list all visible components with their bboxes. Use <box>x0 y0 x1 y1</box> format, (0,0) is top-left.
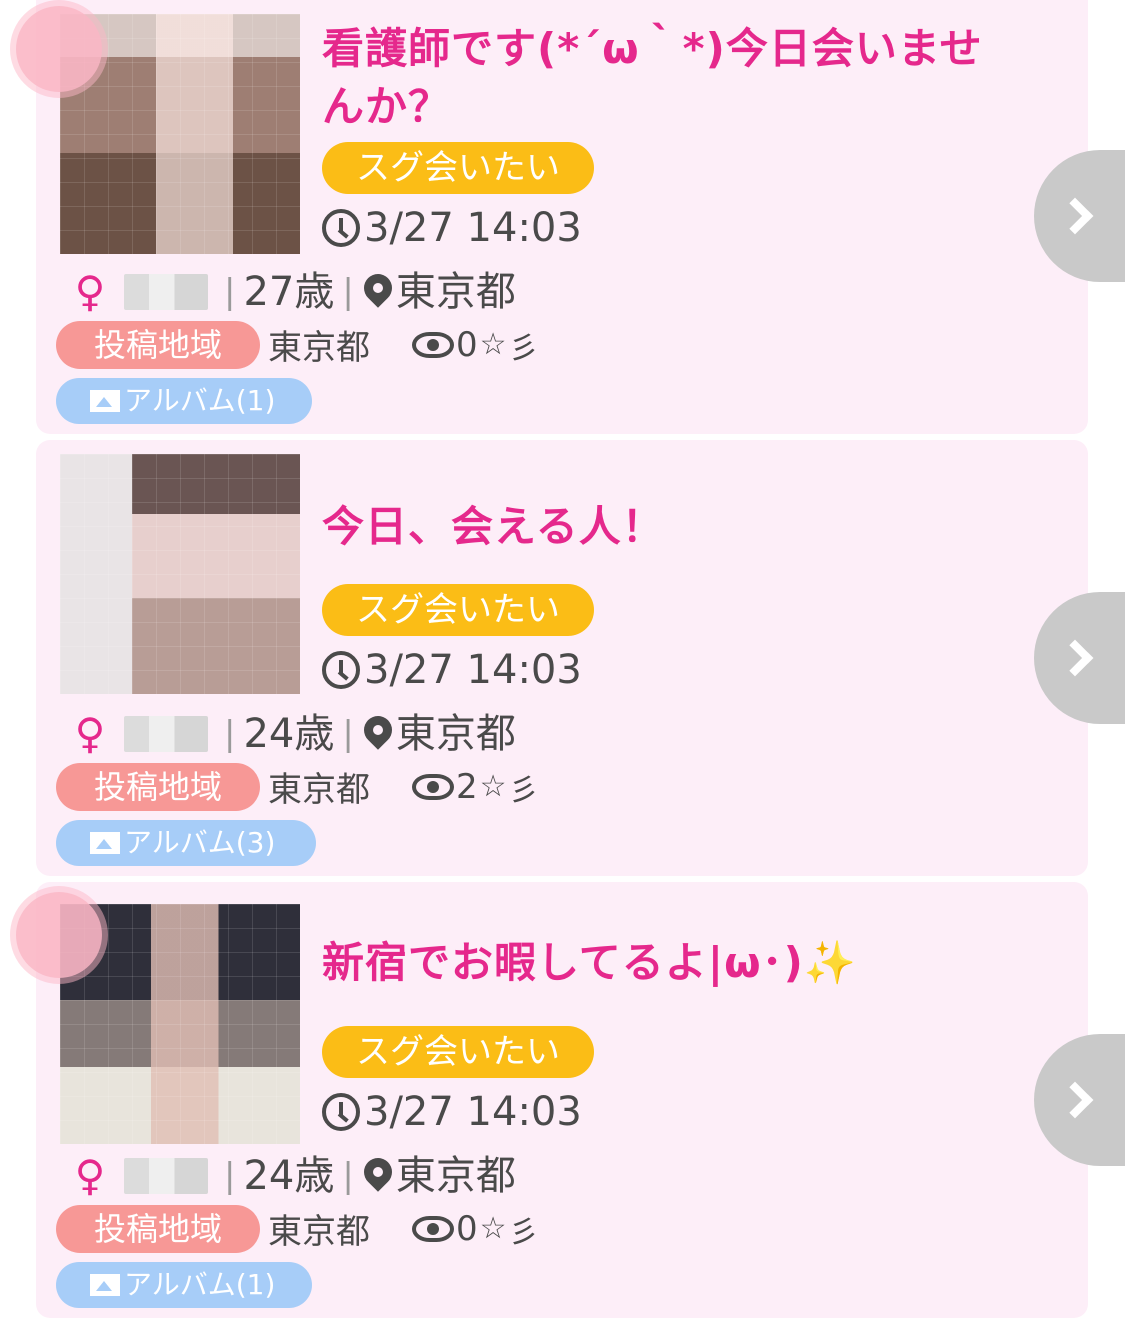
location-pin-icon <box>358 268 398 308</box>
next-button[interactable] <box>1034 150 1125 282</box>
divider: | <box>342 1156 354 1196</box>
album-button[interactable]: アルバム(3) <box>56 820 316 866</box>
female-icon: ♀ <box>74 1151 106 1200</box>
star-icon: ☆ <box>479 1211 507 1246</box>
age-text: 24歳 <box>243 1153 335 1199</box>
eye-icon <box>412 773 454 800</box>
album-button[interactable]: アルバム(1) <box>56 1262 312 1308</box>
area-text: 東京都 <box>268 770 370 810</box>
clock-icon <box>322 651 360 689</box>
chevron-right-icon <box>1056 639 1094 677</box>
meta-row: 投稿地域 東京都 2 ☆ 彡 <box>56 762 539 811</box>
view-count: 0 <box>456 1208 478 1249</box>
divider: | <box>224 714 236 754</box>
post-time: 3/27 14:03 <box>322 646 582 694</box>
post-list: 看護師です(*´ω｀*)今日会いませんか？ スグ会いたい 3/27 14:03 … <box>0 0 1125 1324</box>
post-time: 3/27 14:03 <box>322 1088 582 1136</box>
next-button[interactable] <box>1034 1034 1125 1166</box>
view-count: 2 <box>456 766 478 807</box>
divider: | <box>224 1156 236 1196</box>
profile-info: ♀ | 24歳 | 東京都 <box>64 1152 516 1200</box>
star-icon: ☆ <box>479 769 507 804</box>
album-label: アルバム(1) <box>124 384 276 417</box>
meta-row: 投稿地域 東京都 0 ☆ 彡 <box>56 1204 539 1253</box>
view-count: 0 <box>456 324 478 365</box>
tag-badge: スグ会いたい <box>322 1026 594 1078</box>
album-label: アルバム(1) <box>124 1268 276 1301</box>
new-badge-icon <box>16 6 102 92</box>
post-card[interactable]: 新宿でお暇してるよ|ω･)✨ スグ会いたい 3/27 14:03 ♀ | 24歳… <box>16 882 1125 1318</box>
female-icon: ♀ <box>74 267 106 316</box>
profile-photo[interactable] <box>60 454 300 694</box>
post-title[interactable]: 今日、会える人！ <box>322 498 1018 556</box>
post-time: 3/27 14:03 <box>322 204 582 252</box>
divider: | <box>342 272 354 312</box>
area-text: 東京都 <box>268 1212 370 1252</box>
chevron-right-icon <box>1056 1081 1094 1119</box>
age-text: 24歳 <box>243 711 335 757</box>
name-blurred <box>124 1158 208 1194</box>
image-icon <box>90 832 120 854</box>
area-text: 東京都 <box>268 328 370 368</box>
clock-icon <box>322 1093 360 1131</box>
divider: | <box>342 714 354 754</box>
tag-badge: スグ会いたい <box>322 142 594 194</box>
clock-icon <box>322 209 360 247</box>
new-badge-icon <box>16 892 102 978</box>
location-pin-icon <box>358 710 398 750</box>
star-icon: ☆ <box>479 327 507 362</box>
eye-icon <box>412 331 454 358</box>
eye-icon <box>412 1215 454 1242</box>
time-text: 3/27 14:03 <box>364 1089 582 1135</box>
tag-badge: スグ会いたい <box>322 584 594 636</box>
location-pin-icon <box>358 1152 398 1192</box>
album-label: アルバム(3) <box>124 826 276 859</box>
age-text: 27歳 <box>243 269 335 315</box>
post-card[interactable]: 今日、会える人！ スグ会いたい 3/27 14:03 ♀ | 24歳 | 東京都… <box>36 440 1125 876</box>
location-text: 東京都 <box>395 269 516 315</box>
area-label-badge: 投稿地域 <box>56 762 260 811</box>
ripple-icon: 彡 <box>508 1214 539 1250</box>
next-button[interactable] <box>1034 592 1125 724</box>
area-label-badge: 投稿地域 <box>56 320 260 369</box>
ripple-icon: 彡 <box>508 772 539 808</box>
image-icon <box>90 1274 120 1296</box>
post-title[interactable]: 新宿でお暇してるよ|ω･)✨ <box>322 934 1018 992</box>
chevron-right-icon <box>1056 197 1094 235</box>
time-text: 3/27 14:03 <box>364 205 582 251</box>
album-button[interactable]: アルバム(1) <box>56 378 312 424</box>
profile-info: ♀ | 27歳 | 東京都 <box>64 268 516 316</box>
location-text: 東京都 <box>395 711 516 757</box>
post-card[interactable]: 看護師です(*´ω｀*)今日会いませんか？ スグ会いたい 3/27 14:03 … <box>16 0 1125 434</box>
post-title[interactable]: 看護師です(*´ω｀*)今日会いませんか？ <box>322 20 1018 136</box>
female-icon: ♀ <box>74 709 106 758</box>
ripple-icon: 彡 <box>508 330 539 366</box>
time-text: 3/27 14:03 <box>364 647 582 693</box>
name-blurred <box>124 716 208 752</box>
image-icon <box>90 390 120 412</box>
meta-row: 投稿地域 東京都 0 ☆ 彡 <box>56 320 539 369</box>
divider: | <box>224 272 236 312</box>
name-blurred <box>124 274 208 310</box>
area-label-badge: 投稿地域 <box>56 1204 260 1253</box>
location-text: 東京都 <box>395 1153 516 1199</box>
profile-info: ♀ | 24歳 | 東京都 <box>64 710 516 758</box>
